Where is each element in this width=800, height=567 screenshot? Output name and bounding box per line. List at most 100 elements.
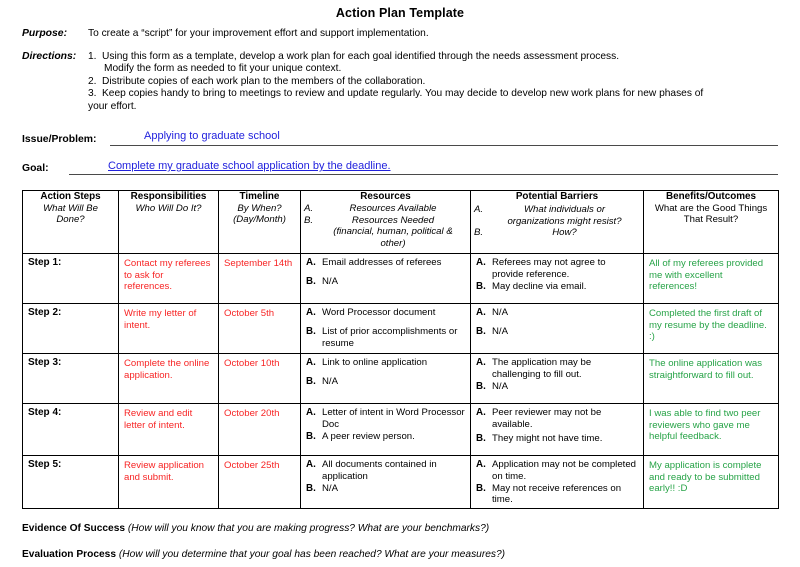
goal-rule <box>69 174 778 175</box>
resources-value-b: A peer review person. <box>322 430 415 442</box>
responsibility-text: Review and edit letter of intent. <box>124 408 193 431</box>
issue-problem-value[interactable]: Applying to graduate school <box>144 130 280 143</box>
barriers-body: A. Peer reviewer may not be available. B… <box>471 404 643 446</box>
cell-responsibility[interactable]: Review application and submit. <box>118 454 219 510</box>
cell-responsibility[interactable]: Contact my referees to ask for reference… <box>118 253 219 304</box>
benefits-text: I was able to find two peer reviewers wh… <box>649 408 761 443</box>
barriers-key-a: A. <box>476 407 486 418</box>
resources-key-a: A. <box>306 357 316 368</box>
barriers-key-b: B. <box>476 280 486 292</box>
direction-item: 2. Distribute copies of each work plan t… <box>88 76 778 89</box>
cell-timeline[interactable]: September 14th <box>218 253 301 304</box>
intro-block: Purpose: To create a “script” for your i… <box>22 28 778 114</box>
resources-value-a: Letter of intent in Word Processor Doc <box>322 407 465 430</box>
cell-barriers[interactable]: A. Peer reviewer may not be available. B… <box>470 403 644 456</box>
resources-key-a: A. <box>306 459 316 470</box>
resources-row-b: B. N/A <box>306 276 465 288</box>
resources-value-a: Email addresses of referees <box>322 257 442 268</box>
benefits-sub2: That Result? <box>683 214 739 225</box>
column-header-resources: Resources A. Resources Available B. Reso… <box>300 190 471 254</box>
resources-row-b: B. N/A <box>306 483 465 495</box>
cell-responsibility[interactable]: Review and edit letter of intent. <box>118 403 219 456</box>
cell-benefits[interactable]: My application is complete and ready to … <box>643 454 779 510</box>
cell-resources[interactable]: A. Word Processor document B. List of pr… <box>300 303 471 354</box>
cell-resources[interactable]: A. Link to online application B. N/A <box>300 353 471 404</box>
cell-resources[interactable]: A. Email addresses of referees B. N/A <box>300 253 471 304</box>
cell-resources[interactable]: A. Letter of intent in Word Processor Do… <box>300 403 471 456</box>
cell-benefits[interactable]: I was able to find two peer reviewers wh… <box>643 403 779 456</box>
resources-key-a: A. <box>306 307 316 318</box>
action-plan-page: Action Plan Template Purpose: To create … <box>0 0 800 567</box>
table-row: Step 4: Review and edit letter of intent… <box>22 403 779 456</box>
barriers-key-a: A. <box>476 257 486 268</box>
benefits-title: Benefits/Outcomes <box>666 191 756 202</box>
evaluation-process-row: Evaluation Process (How will you determi… <box>22 548 778 561</box>
evidence-of-success-row: Evidence Of Success (How will you know t… <box>22 522 778 535</box>
action-steps-title: Action Steps <box>40 191 101 202</box>
resources-value-b: List of prior accomplishments or resume <box>322 325 458 349</box>
cell-barriers[interactable]: A. N/A B. N/A <box>470 303 644 354</box>
cell-responsibility[interactable]: Write my letter of intent. <box>118 303 219 354</box>
barriers-text-a-cont: organizations might resist? <box>507 215 622 227</box>
issue-problem-field-row: Issue/Problem: Applying to graduate scho… <box>22 128 778 146</box>
barriers-row-b: B. May not receive references on time. <box>476 483 638 507</box>
cell-step-label: Step 2: <box>22 303 119 354</box>
evaluation-process-question: (How will you determine that your goal h… <box>118 549 506 560</box>
cell-responsibility[interactable]: Complete the online application. <box>118 353 219 404</box>
cell-barriers[interactable]: A. Referees may not agree to provide ref… <box>470 253 644 304</box>
cell-timeline[interactable]: October 10th <box>218 353 301 404</box>
column-header-benefits-outcomes: Benefits/Outcomes What are the Good Thin… <box>643 190 779 254</box>
barriers-row-a: A. N/A <box>476 307 638 319</box>
cell-resources[interactable]: A. All documents contained in applicatio… <box>300 454 471 510</box>
barriers-row-a: A. The application may be challenging to… <box>476 357 638 381</box>
cell-timeline[interactable]: October 25th <box>218 454 301 510</box>
responsibilities-sub1: Who Will Do It? <box>135 202 202 214</box>
resources-text-b-cont1: (financial, human, political & <box>333 226 453 238</box>
cell-benefits[interactable]: All of my referees provided me with exce… <box>643 253 779 304</box>
direction-item: 3. Keep copies handy to bring to meeting… <box>88 88 778 101</box>
cell-timeline[interactable]: October 5th <box>218 303 301 354</box>
barriers-text-a: What individuals or <box>523 204 606 215</box>
timeline-title: Timeline <box>239 191 280 202</box>
direction-number: 2. <box>88 75 97 87</box>
barriers-key-a: A. <box>473 204 484 215</box>
resources-key-b: B. <box>306 375 316 387</box>
direction-text: Keep copies handy to bring to meetings t… <box>102 88 704 100</box>
barriers-key-b: B. <box>473 227 484 239</box>
barriers-item-b: B. How? <box>471 227 643 239</box>
barriers-row-a: A. Application may not be completed on t… <box>476 459 638 483</box>
purpose-text: To create a “script” for your improvemen… <box>88 28 429 39</box>
responsibility-text: Complete the online application. <box>124 358 210 381</box>
table-row: Step 5: Review application and submit. O… <box>22 454 779 510</box>
action-steps-sub1: What Will Be <box>43 202 98 214</box>
cell-benefits[interactable]: Completed the first draft of my resume b… <box>643 303 779 354</box>
barriers-text-b: How? <box>552 227 577 239</box>
barriers-value-b: They might not have time. <box>492 432 603 444</box>
cell-barriers[interactable]: A. The application may be challenging to… <box>470 353 644 404</box>
step-label: Step 2: <box>28 307 62 318</box>
direction-item: 1. Using this form as a template, develo… <box>88 51 778 64</box>
directions-label: Directions: <box>22 50 77 62</box>
resources-value-b: N/A <box>322 482 338 494</box>
responsibility-text: Write my letter of intent. <box>124 308 197 331</box>
cell-benefits[interactable]: The online application was straightforwa… <box>643 353 779 404</box>
timeline-sub2: (Day/Month) <box>233 214 286 225</box>
cell-timeline[interactable]: October 20th <box>218 403 301 456</box>
table-row: Step 1: Contact my referees to ask for r… <box>22 253 779 304</box>
resources-value-b: N/A <box>322 275 338 287</box>
resources-row-b: B. N/A <box>306 376 465 388</box>
goal-value[interactable]: Complete my graduate school application … <box>108 160 391 173</box>
page-title: Action Plan Template <box>335 6 465 20</box>
barriers-row-a: A. Referees may not agree to provide ref… <box>476 257 638 281</box>
barriers-row-b: B. N/A <box>476 326 638 338</box>
table-row: Step 3: Complete the online application.… <box>22 353 779 404</box>
barriers-value-a: Referees may not agree to provide refere… <box>492 257 606 280</box>
resources-key-b: B. <box>303 214 314 226</box>
resources-value-a: Link to online application <box>322 357 428 368</box>
barriers-item-a: A. What individuals or <box>471 204 643 216</box>
barriers-value-b: May not receive references on time. <box>492 482 622 506</box>
resources-row-a: A. Letter of intent in Word Processor Do… <box>306 407 465 431</box>
timeline-text: October 10th <box>224 358 280 369</box>
timeline-text: October 25th <box>224 460 280 471</box>
cell-barriers[interactable]: A. Application may not be completed on t… <box>470 454 644 510</box>
